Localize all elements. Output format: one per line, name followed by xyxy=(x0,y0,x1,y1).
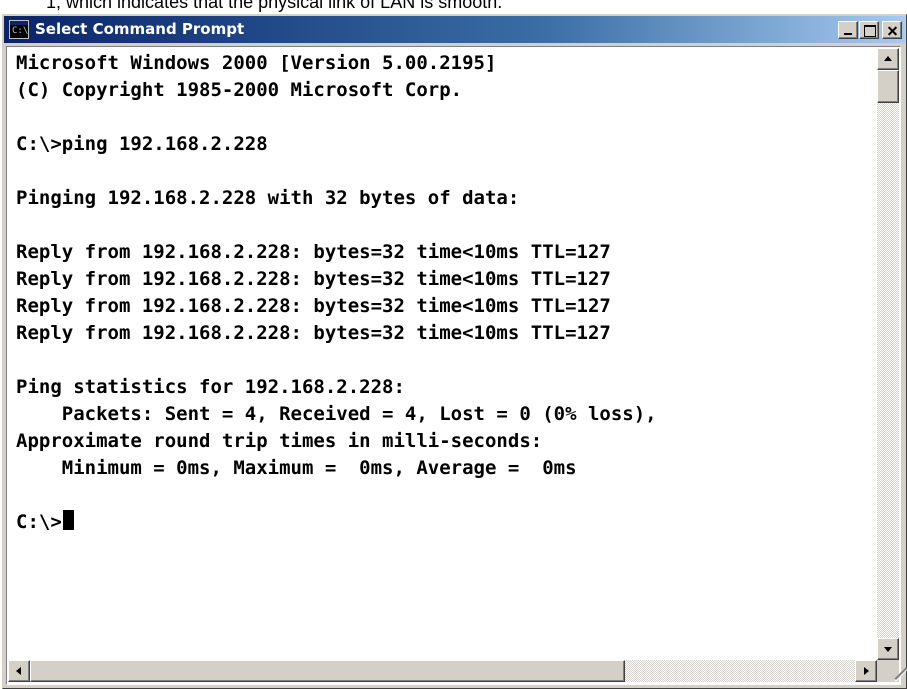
console-line: C:\>ping 192.168.2.228 xyxy=(16,133,268,155)
vertical-scroll-thumb[interactable] xyxy=(877,70,899,103)
console-output[interactable]: Microsoft Windows 2000 [Version 5.00.219… xyxy=(8,48,876,660)
console-line: Reply from 192.168.2.228: bytes=32 time<… xyxy=(16,268,611,290)
console-client-area: Microsoft Windows 2000 [Version 5.00.219… xyxy=(6,46,907,685)
console-prompt-line: C:\> xyxy=(16,509,74,535)
window-title: Select Command Prompt xyxy=(35,20,245,38)
console-line: Packets: Sent = 4, Received = 4, Lost = … xyxy=(16,403,657,425)
console-line: Microsoft Windows 2000 [Version 5.00.219… xyxy=(16,52,497,74)
minimize-button[interactable] xyxy=(838,21,858,39)
console-line: Ping statistics for 192.168.2.228: xyxy=(16,376,405,398)
size-grip-icon[interactable] xyxy=(877,660,907,682)
close-button[interactable] xyxy=(882,21,902,39)
arrow-down-icon xyxy=(884,647,892,652)
arrow-left-icon xyxy=(16,667,21,675)
scroll-up-button[interactable] xyxy=(877,48,899,70)
console-prompt: C:\> xyxy=(16,511,62,533)
horizontal-scroll-thumb[interactable] xyxy=(30,660,625,682)
scroll-right-button[interactable] xyxy=(855,660,877,682)
console-line: Approximate round trip times in milli-se… xyxy=(16,430,543,452)
scroll-down-button[interactable] xyxy=(877,638,899,660)
console-line: Minimum = 0ms, Maximum = 0ms, Average = … xyxy=(16,457,577,479)
command-prompt-window: C:\ Select Command Prompt Microsoft Wind… xyxy=(2,14,907,689)
scroll-left-button[interactable] xyxy=(8,660,30,682)
arrow-up-icon xyxy=(884,56,892,61)
console-line: Reply from 192.168.2.228: bytes=32 time<… xyxy=(16,295,611,317)
command-prompt-icon-text: C:\ xyxy=(12,26,29,36)
console-line: Reply from 192.168.2.228: bytes=32 time<… xyxy=(16,322,611,344)
page-caption: 1, which indicates that the physical lin… xyxy=(46,0,503,12)
vertical-scrollbar[interactable] xyxy=(877,48,899,660)
horizontal-scrollbar[interactable] xyxy=(8,660,877,682)
maximize-button[interactable] xyxy=(859,21,879,39)
console-line: Reply from 192.168.2.228: bytes=32 time<… xyxy=(16,241,611,263)
title-bar[interactable]: C:\ Select Command Prompt xyxy=(4,16,905,43)
text-cursor xyxy=(62,510,74,530)
arrow-right-icon xyxy=(864,667,869,675)
console-line: Pinging 192.168.2.228 with 32 bytes of d… xyxy=(16,187,520,209)
console-line: (C) Copyright 1985-2000 Microsoft Corp. xyxy=(16,79,463,101)
command-prompt-icon[interactable]: C:\ xyxy=(9,20,29,39)
